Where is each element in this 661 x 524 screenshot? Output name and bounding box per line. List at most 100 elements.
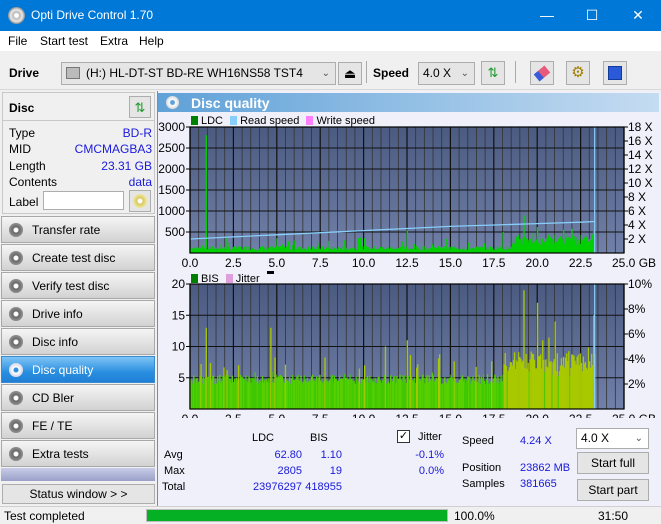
y2-tick-label: 6%	[628, 327, 646, 341]
y2-tick-label: 18 X	[628, 121, 653, 134]
refresh-arrows-icon: ⇅	[134, 100, 146, 115]
menu-file[interactable]: File	[8, 34, 27, 48]
chevron-down-icon: ⌄	[634, 433, 643, 444]
disc-icon	[9, 419, 23, 433]
samples-value: 381665	[520, 478, 557, 490]
jitter-label: Jitter	[418, 431, 442, 443]
disc-key: Contents	[9, 175, 58, 189]
y-tick-label: 500	[165, 225, 185, 239]
nav-label: Drive info	[32, 307, 83, 321]
x-tick-label: 0.0	[182, 412, 199, 418]
status-window-button[interactable]: Status window > >	[2, 484, 155, 504]
disc-row-type: Type BD-R	[9, 126, 152, 142]
status-text: Test completed	[4, 509, 85, 523]
samples-label: Samples	[462, 478, 505, 490]
y2-tick-label: 6 X	[628, 204, 646, 218]
menu-help[interactable]: Help	[139, 34, 164, 48]
chevron-down-icon: ⌄	[460, 68, 469, 79]
jitter-checkbox[interactable]: ✓	[397, 430, 410, 443]
chevron-down-icon: ⌄	[321, 68, 330, 79]
row-label-avg: Avg	[164, 449, 183, 461]
x-tick-label: 2.5	[225, 256, 242, 270]
minimize-button[interactable]: —	[524, 0, 570, 31]
nav-disc-info[interactable]: Disc info	[1, 328, 155, 355]
disc-label-input[interactable]	[43, 191, 124, 210]
label-key: Label	[9, 195, 39, 209]
nav-verify-test-disc[interactable]: Verify test disc	[1, 272, 155, 299]
x-tick-label: 7.5	[312, 256, 329, 270]
disc-icon	[9, 223, 23, 237]
y2-tick-label: 2 X	[628, 232, 646, 246]
erase-button[interactable]	[530, 61, 554, 85]
nav-label: CD Bler	[32, 391, 75, 405]
nav-extra-tests[interactable]: Extra tests	[1, 440, 155, 467]
position-value: 23862 MB	[520, 462, 571, 474]
menu-bar: File Start test Extra Help	[0, 31, 661, 51]
eject-button[interactable]: ⏏	[338, 62, 362, 85]
floppy-disk-icon	[608, 66, 622, 80]
test-speed-select[interactable]: 4.0 X ⌄	[576, 428, 649, 449]
disc-refresh-button[interactable]: ⇅	[129, 96, 151, 118]
total-bis: 418955	[305, 481, 342, 493]
progress-text: 100.0%	[454, 509, 495, 523]
menu-start-test[interactable]: Start test	[40, 34, 88, 48]
y2-tick-label: 12 X	[628, 162, 653, 176]
drive-select[interactable]: (H:) HL-DT-ST BD-RE WH16NS58 TST4 ⌄	[61, 62, 336, 85]
nav-disc-quality[interactable]: Disc quality	[1, 356, 155, 383]
disc-key: MID	[9, 142, 31, 156]
x-tick-label: 17.5	[482, 256, 506, 270]
x-tick-label: 20.0	[526, 256, 550, 270]
disc-label-button[interactable]	[129, 190, 151, 212]
disc-row-contents: Contents data	[9, 175, 152, 191]
nav-create-test-disc[interactable]: Create test disc	[1, 244, 155, 271]
avg-jitter: -0.1%	[415, 449, 444, 461]
close-button[interactable]: ✕	[615, 0, 661, 31]
settings-button[interactable]: ⚙	[566, 61, 590, 85]
y2-tick-label: 8%	[628, 302, 646, 316]
disc-icon	[9, 279, 23, 293]
save-button[interactable]	[603, 61, 627, 85]
disc-value: BD-R	[122, 126, 152, 140]
nav-filler	[1, 468, 155, 481]
row-label-total: Total	[162, 481, 186, 493]
x-tick-label: 10.0	[352, 256, 376, 270]
x-tick-label: 7.5	[312, 412, 329, 418]
speed-select[interactable]: 4.0 X ⌄	[418, 62, 475, 85]
divider	[3, 120, 154, 121]
title-bar: Opti Drive Control 1.70 — ☐ ✕	[0, 0, 661, 31]
nav-label: Extra tests	[32, 447, 89, 461]
disc-value: 23.31 GB	[101, 159, 152, 173]
row-label-max: Max	[164, 465, 185, 477]
nav-transfer-rate[interactable]: Transfer rate	[1, 216, 155, 243]
x-tick-label: 22.5	[569, 256, 593, 270]
disc-info-panel: Disc ⇅ Type BD-R MID CMCMAGBA3 Length 23.31…	[2, 92, 155, 214]
start-full-button[interactable]: Start full	[577, 452, 649, 474]
drive-select-value: (H:) HL-DT-ST BD-RE WH16NS58 TST4	[86, 66, 303, 80]
disc-value: CMCMAGBA3	[74, 142, 152, 156]
eject-icon: ⏏	[343, 66, 357, 81]
window-title: Opti Drive Control 1.70	[31, 8, 154, 22]
panel-banner: Disc quality	[158, 93, 659, 112]
disc-key: Type	[9, 126, 36, 140]
progress-bar	[146, 509, 448, 522]
col-header-ldc: LDC	[252, 432, 275, 444]
x-tick-label: 0.0	[182, 256, 199, 270]
refresh-button[interactable]: ⇅	[481, 61, 505, 85]
disc-icon	[166, 96, 179, 109]
drive-icon	[66, 67, 80, 79]
maximize-button[interactable]: ☐	[569, 0, 615, 31]
start-part-button[interactable]: Start part	[577, 479, 649, 501]
nav-fe-te[interactable]: FE / TE	[1, 412, 155, 439]
bis-chart: 5 10 15 20 2% 4% 6% 8% 10% 0.0 2.5 5.0 7.5 10.0 12.5 15…	[172, 278, 656, 418]
y2-tick-label: 10 X	[628, 176, 653, 190]
menu-extra[interactable]: Extra	[100, 34, 128, 48]
y2-tick-label: 4%	[628, 352, 646, 366]
x-tick-label: 2.5	[225, 412, 242, 418]
nav-cd-bler[interactable]: CD Bler	[1, 384, 155, 411]
nav-drive-info[interactable]: Drive info	[1, 300, 155, 327]
status-bar: Test completed 100.0% 31:50	[0, 506, 661, 524]
disc-icon	[9, 447, 23, 461]
elapsed-time: 31:50	[598, 509, 629, 523]
y2-tick-label: 16 X	[628, 134, 653, 148]
x-tick-label: 25.0 GB	[612, 256, 656, 270]
